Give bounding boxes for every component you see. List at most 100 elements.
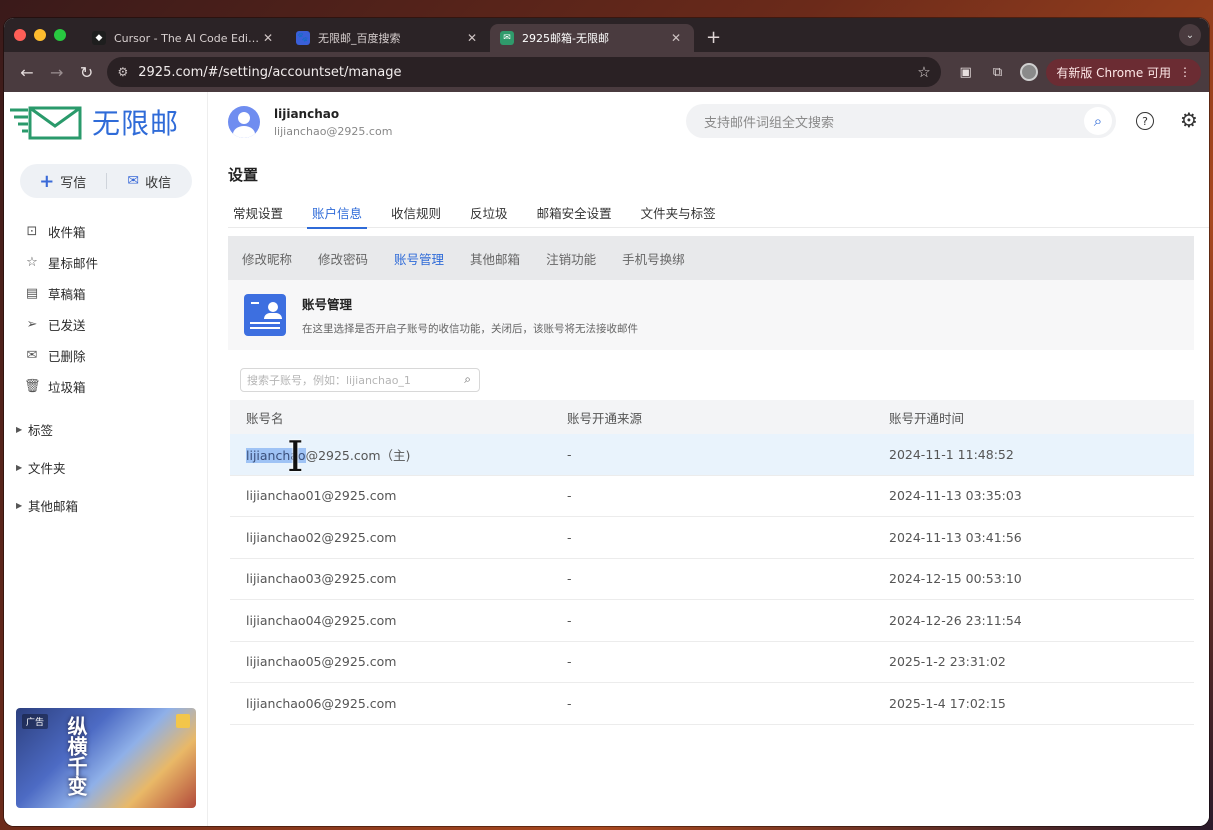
new-tab-button[interactable]: + xyxy=(706,24,721,52)
account-name-rest: @2925.com（主) xyxy=(305,447,411,463)
table-row[interactable]: lijianchao04@2925.com - 2024-12-26 23:11… xyxy=(230,600,1194,642)
table-row[interactable]: lijianchao01@2925.com - 2024-11-13 03:35… xyxy=(230,476,1194,517)
address-bar[interactable]: ⚙ 2925.com/#/setting/accountset/manage ☆ xyxy=(107,57,941,87)
subtab-phone-rebind[interactable]: 手机号换绑 xyxy=(622,249,685,268)
subtab-other-mailbox[interactable]: 其他邮箱 xyxy=(470,249,520,268)
account-name-cell[interactable]: lijianchao06@2925.com xyxy=(230,696,551,711)
subtab-deactivate[interactable]: 注销功能 xyxy=(546,249,596,268)
browser-tab-baidu[interactable]: 🐾 无限邮_百度搜索 ✕ xyxy=(286,24,490,52)
sidebar: 无限邮 + 写信 ✉ 收信 ⊡ 收件箱 ☆ 星标邮件 ▤ 草稿箱 ➢ 已发送 ✉… xyxy=(4,92,208,826)
table-row[interactable]: lijianchao@2925.com（主) - 2024-11-1 11:48… xyxy=(230,434,1194,476)
minimize-window-button[interactable] xyxy=(34,29,46,41)
tab-search-chevron-down-icon[interactable]: ⌄ xyxy=(1179,24,1201,46)
group-label: 其他邮箱 xyxy=(28,498,79,514)
extension-icon[interactable]: ▣ xyxy=(951,65,981,80)
tab-security[interactable]: 邮箱安全设置 xyxy=(532,196,617,228)
update-label: 有新版 Chrome 可用 xyxy=(1056,65,1172,80)
reload-icon[interactable]: ↻ xyxy=(72,63,102,82)
ad-banner[interactable]: 广告 纵横千变 xyxy=(16,708,196,808)
account-name-cell[interactable]: lijianchao@2925.com（主) xyxy=(230,445,551,464)
sidebar-group-folders[interactable]: ▶ 文件夹 xyxy=(16,448,78,486)
time-cell: 2024-12-15 00:53:10 xyxy=(889,571,1022,587)
search-icon[interactable]: ⌕ xyxy=(1084,107,1112,135)
table-row[interactable]: lijianchao05@2925.com - 2025-1-2 23:31:0… xyxy=(230,642,1194,683)
user-name: lijianchao xyxy=(274,106,340,121)
ad-badge-icon xyxy=(176,714,190,728)
ad-artwork: 纵横千变 xyxy=(64,716,88,796)
trash-icon: 🗑 xyxy=(24,379,41,394)
browser-tab-2925[interactable]: ✉ 2925邮箱-无限邮 ✕ xyxy=(490,24,694,52)
compose-label: 写信 xyxy=(60,175,87,191)
sidebar-item-drafts[interactable]: ▤ 草稿箱 xyxy=(24,278,98,309)
site-settings-icon[interactable]: ⚙ xyxy=(117,65,128,79)
account-subtabs: 修改昵称 修改密码 账号管理 其他邮箱 注销功能 手机号换绑 xyxy=(228,236,1194,280)
mail-search-input[interactable]: 支持邮件词组全文搜索 ⌕ xyxy=(686,104,1116,138)
browser-window: ◆ Cursor - The AI Code Editor ✕ 🐾 无限邮_百度… xyxy=(4,18,1209,826)
tab-account-info[interactable]: 账户信息 xyxy=(307,196,368,229)
source-cell: - xyxy=(567,654,572,670)
bookmark-star-icon[interactable]: ☆ xyxy=(917,63,930,81)
sidebar-item-starred[interactable]: ☆ 星标邮件 xyxy=(24,247,98,278)
send-icon: ➢ xyxy=(26,317,38,332)
inbox-icon: ⊡ xyxy=(26,224,38,239)
sidebar-item-sent[interactable]: ➢ 已发送 xyxy=(24,309,98,340)
sidebar-item-trash[interactable]: 🗑 垃圾箱 xyxy=(24,371,98,402)
kebab-menu-icon[interactable]: ⋮ xyxy=(1179,65,1191,79)
url-text: 2925.com/#/setting/accountset/manage xyxy=(138,64,402,80)
sidebar-group-other-mailboxes[interactable]: ▶ 其他邮箱 xyxy=(16,486,78,524)
close-window-button[interactable] xyxy=(14,29,26,41)
subtab-password[interactable]: 修改密码 xyxy=(318,249,368,268)
user-info[interactable]: lijianchao lijianchao@2925.com xyxy=(228,106,392,138)
source-cell: - xyxy=(567,571,572,587)
logo[interactable]: 无限邮 xyxy=(8,102,179,142)
account-name-cell[interactable]: lijianchao01@2925.com xyxy=(230,488,551,503)
caret-right-icon: ▶ xyxy=(16,500,23,510)
subtab-nickname[interactable]: 修改昵称 xyxy=(242,249,292,268)
close-tab-icon[interactable]: ✕ xyxy=(260,31,276,45)
account-name-cell[interactable]: lijianchao03@2925.com xyxy=(230,571,551,586)
close-tab-icon[interactable]: ✕ xyxy=(464,31,480,45)
browser-tab-cursor[interactable]: ◆ Cursor - The AI Code Editor ✕ xyxy=(82,24,286,52)
settings-tabs: 常规设置 账户信息 收信规则 反垃圾 邮箱安全设置 文件夹与标签 xyxy=(228,196,1209,229)
profile-avatar-icon[interactable] xyxy=(1020,63,1039,81)
draft-icon: ▤ xyxy=(25,286,39,301)
compose-button[interactable]: + 写信 xyxy=(20,164,106,198)
puzzle-extensions-icon[interactable]: ⧉ xyxy=(983,65,1013,80)
tab-anti-spam[interactable]: 反垃圾 xyxy=(465,196,513,228)
deleted-icon: ✉ xyxy=(26,348,38,363)
search-icon[interactable]: ⌕ xyxy=(464,372,471,387)
receive-button[interactable]: ✉ 收信 xyxy=(107,164,193,198)
account-name-cell[interactable]: lijianchao02@2925.com xyxy=(230,530,551,545)
gear-icon[interactable]: ⚙ xyxy=(1180,108,1198,132)
tab-receive-rules[interactable]: 收信规则 xyxy=(386,196,446,228)
selected-text: lijianchao xyxy=(246,447,306,463)
source-cell: - xyxy=(567,529,572,545)
tab-title: Cursor - The AI Code Editor xyxy=(114,31,260,45)
sub-account-search-input[interactable]: 搜索子账号，例如：lijianchao_1 ⌕ xyxy=(240,368,480,392)
account-name-cell[interactable]: lijianchao04@2925.com xyxy=(230,613,551,628)
table-row[interactable]: lijianchao02@2925.com - 2024-11-13 03:41… xyxy=(230,517,1194,559)
sidebar-item-inbox[interactable]: ⊡ 收件箱 xyxy=(24,216,98,247)
help-icon[interactable]: ? xyxy=(1136,112,1154,130)
sidebar-item-deleted[interactable]: ✉ 已删除 xyxy=(24,340,98,371)
time-cell: 2024-11-13 03:35:03 xyxy=(889,488,1022,504)
search-placeholder: 支持邮件词组全文搜索 xyxy=(704,115,835,131)
brand-name: 无限邮 xyxy=(92,107,180,140)
table-row[interactable]: lijianchao06@2925.com - 2025-1-4 17:02:1… xyxy=(230,683,1194,725)
browser-toolbar: ← → ↻ ⚙ 2925.com/#/setting/accountset/ma… xyxy=(4,52,1209,92)
caret-right-icon: ▶ xyxy=(16,462,23,472)
tab-general[interactable]: 常规设置 xyxy=(228,196,288,228)
sidebar-item-label: 已发送 xyxy=(48,318,86,333)
sidebar-group-tags[interactable]: ▶ 标签 xyxy=(16,410,78,448)
table-row[interactable]: lijianchao03@2925.com - 2024-12-15 00:53… xyxy=(230,559,1194,600)
subtab-account-manage[interactable]: 账号管理 xyxy=(394,249,444,268)
zoom-window-button[interactable] xyxy=(54,29,66,41)
account-name-cell[interactable]: lijianchao05@2925.com xyxy=(230,654,551,669)
folder-menu: ⊡ 收件箱 ☆ 星标邮件 ▤ 草稿箱 ➢ 已发送 ✉ 已删除 🗑 垃圾箱 xyxy=(24,216,98,402)
close-tab-icon[interactable]: ✕ xyxy=(668,31,684,45)
back-arrow-icon[interactable]: ← xyxy=(12,63,42,82)
tab-folders-tags[interactable]: 文件夹与标签 xyxy=(636,196,721,228)
chrome-update-button[interactable]: 有新版 Chrome 可用 ⋮ xyxy=(1046,58,1202,86)
info-box: 账号管理 在这里选择是否开启子账号的收信功能，关闭后，该账号将无法接收邮件 xyxy=(228,280,1194,350)
forward-arrow-icon[interactable]: → xyxy=(42,63,72,82)
